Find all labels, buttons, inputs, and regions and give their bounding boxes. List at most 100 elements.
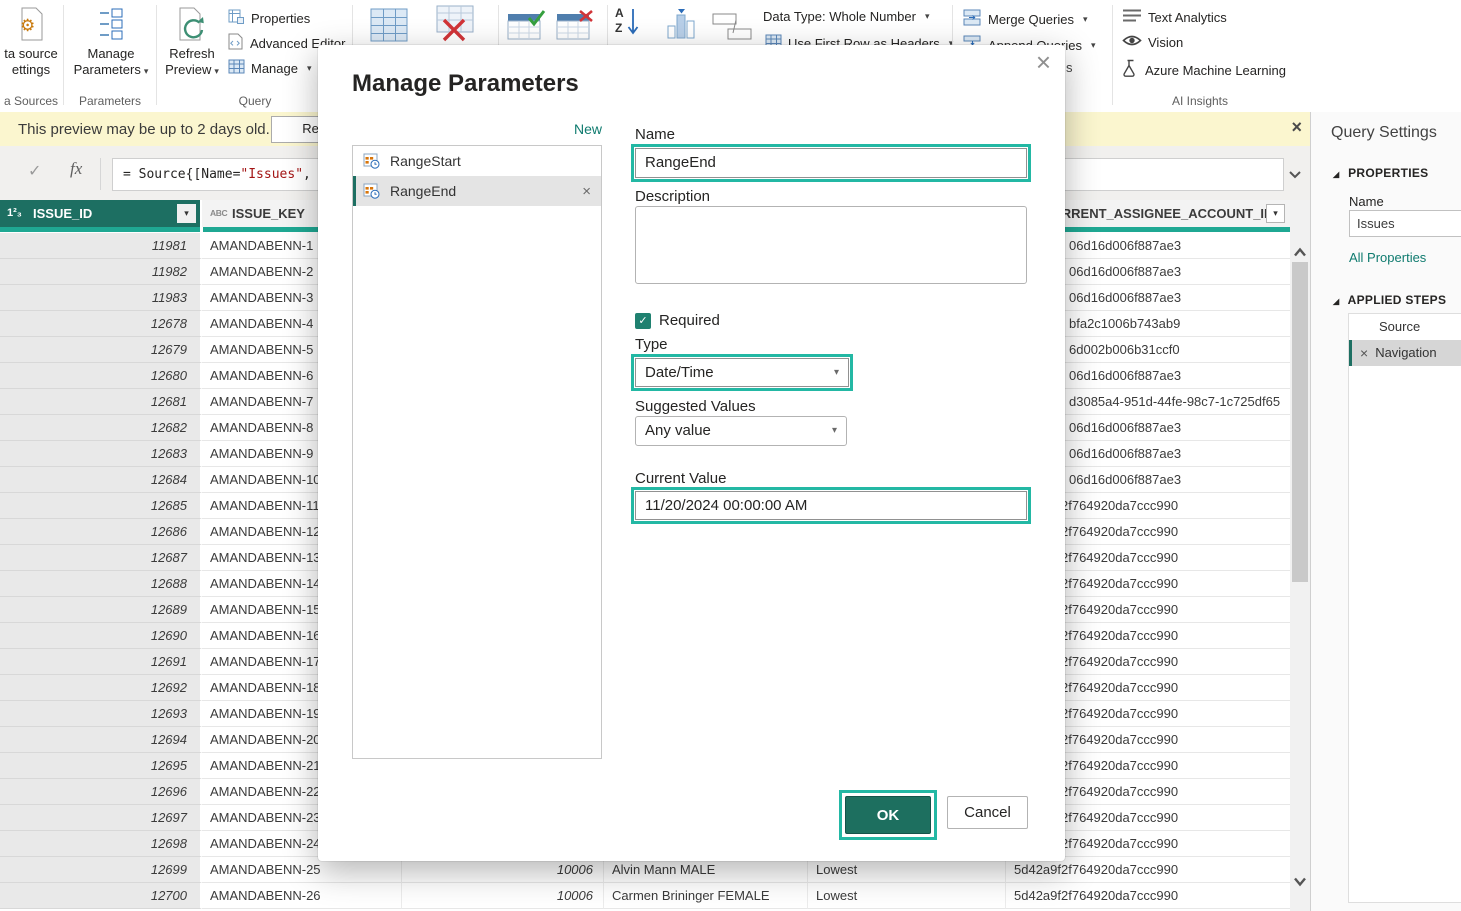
suggested-values-dropdown[interactable]: Any value▾ [635,416,847,446]
cell-id[interactable]: 12681 [0,389,202,415]
cell-account[interactable]: 5d42a9f2f764920da7ccc990 [1006,883,1290,909]
commit-check-icon[interactable]: ✓ [28,161,41,181]
cell-id[interactable]: 11982 [0,259,202,285]
cell-id[interactable]: 12700 [0,883,202,909]
parameter-item-rangestart[interactable]: RangeStart [353,146,601,176]
divider [100,158,101,190]
applied-steps-section-header[interactable]: ◢ APPLIED STEPS [1333,293,1446,307]
properties-section-header[interactable]: ◢ PROPERTIES [1333,166,1428,180]
cell-id[interactable]: 12699 [0,857,202,883]
cell-priority[interactable]: Lowest [808,883,1006,909]
refresh-preview-label-1: Refresh [169,46,215,62]
manage-parameters-button[interactable]: Manage Parameters▾ [68,6,154,79]
delete-step-icon[interactable]: × [1360,340,1368,366]
merge-queries-button[interactable]: Merge Queries ▾ [963,9,1088,29]
type-dropdown[interactable]: Date/Time▾ [635,358,849,387]
azure-ml-button[interactable]: Azure Machine Learning [1122,59,1286,81]
cell-id[interactable]: 12695 [0,753,202,779]
current-value-input[interactable]: 11/20/2024 00:00:00 AM [635,491,1027,520]
cell-id[interactable]: 12682 [0,415,202,441]
banner-close-icon[interactable]: × [1291,117,1302,138]
applied-step-source[interactable]: Source [1349,314,1461,340]
cell-num[interactable]: 10006 [402,883,604,909]
group-label-parameters: Parameters [62,94,158,108]
sort-ascending-button[interactable]: AZ [613,4,643,45]
step-label: Source [1379,314,1420,340]
keep-rows-icon [507,29,547,46]
all-properties-link[interactable]: All Properties [1349,250,1426,265]
cell-id[interactable]: 12686 [0,519,202,545]
table-grid-icon [370,29,408,46]
cell-id[interactable]: 12685 [0,493,202,519]
dialog-close-icon[interactable]: × [1036,47,1051,78]
column-header-label: ISSUE_ID [33,200,92,227]
parameter-item-rangeend[interactable]: RangeEnd× [353,176,601,206]
vision-button[interactable]: Vision [1122,34,1183,50]
cell-key[interactable]: AMANDABENN-26 [202,883,402,909]
cell-id[interactable]: 12689 [0,597,202,623]
scroll-up-icon[interactable] [1293,244,1307,262]
cell-id[interactable]: 12693 [0,701,202,727]
manage-icon [228,59,245,77]
cell-id[interactable]: 12697 [0,805,202,831]
description-textarea[interactable] [635,206,1027,284]
cell-id[interactable]: 12679 [0,337,202,363]
filter-dropdown-icon[interactable]: ▾ [177,204,196,223]
dialog-title: Manage Parameters [352,70,579,98]
split-column-button[interactable] [712,12,756,45]
datetime-parameter-icon [363,153,380,169]
svg-text:A: A [615,6,624,20]
power-query-editor-window: ⚙ ta source ettings Manage Parameters▾ R… [0,0,1461,911]
ok-button[interactable]: OK [845,796,931,834]
text-analytics-button[interactable]: Text Analytics [1122,8,1227,26]
remove-columns-button[interactable] [432,4,478,47]
manage-parameters-dialog: × Manage Parameters New RangeStartRangeE… [318,45,1065,861]
choose-columns-button[interactable] [370,8,408,47]
refresh-preview-button[interactable]: Refresh Preview▾ [160,6,224,79]
cell-id[interactable]: 12678 [0,311,202,337]
scrollbar-thumb[interactable] [1292,262,1308,582]
cell-id[interactable]: 12680 [0,363,202,389]
remove-rows-button[interactable] [556,10,596,47]
expand-formula-chevron-icon[interactable] [1288,166,1302,184]
cell-id[interactable]: 12696 [0,779,202,805]
delete-parameter-icon[interactable]: × [582,183,591,200]
keep-rows-button[interactable] [507,10,547,47]
column-header-issue-id[interactable]: 1²₃ ISSUE_ID [0,200,200,227]
type-value: Date/Time [645,364,714,381]
cell-name[interactable]: Carmen Brininger FEMALE [604,883,808,909]
table-row[interactable]: 12700AMANDABENN-2610006Carmen Brininger … [0,883,1290,909]
chevron-down-icon: ▾ [144,66,149,76]
cell-id[interactable]: 12690 [0,623,202,649]
applied-step-navigation[interactable]: ×Navigation [1349,340,1461,366]
query-settings-panel: Query Settings ◢ PROPERTIES Name Issues … [1310,112,1461,911]
cell-id[interactable]: 11981 [0,233,202,259]
vertical-scrollbar[interactable] [1290,200,1310,911]
cell-id[interactable]: 11983 [0,285,202,311]
name-input[interactable]: RangeEnd [635,148,1027,178]
properties-menu-item[interactable]: Properties [228,8,310,28]
cell-id[interactable]: 12684 [0,467,202,493]
cell-id[interactable]: 12698 [0,831,202,857]
applied-steps-list: Source×Navigation [1348,313,1461,903]
query-name-input[interactable]: Issues [1349,210,1461,237]
cell-id[interactable]: 12687 [0,545,202,571]
group-by-button[interactable] [665,6,697,47]
manage-menu-item[interactable]: Manage ▾ [228,59,312,77]
cell-id[interactable]: 12694 [0,727,202,753]
data-type-dropdown[interactable]: Data Type: Whole Number ▾ [763,9,929,24]
eye-icon [1122,34,1142,50]
cell-id[interactable]: 12692 [0,675,202,701]
data-source-settings-button[interactable]: ⚙ ta source ettings [0,6,62,78]
properties-label: Properties [251,11,310,26]
remove-rows-icon [556,29,596,46]
cell-id[interactable]: 12683 [0,441,202,467]
scroll-down-icon[interactable] [1293,874,1307,892]
new-parameter-link[interactable]: New [352,121,602,137]
required-checkbox[interactable]: ✓ [635,313,651,329]
cell-id[interactable]: 12688 [0,571,202,597]
applied-steps-header-label: APPLIED STEPS [1348,293,1447,307]
cancel-button[interactable]: Cancel [947,796,1028,829]
cell-id[interactable]: 12691 [0,649,202,675]
filter-dropdown-icon[interactable]: ▾ [1266,204,1285,223]
